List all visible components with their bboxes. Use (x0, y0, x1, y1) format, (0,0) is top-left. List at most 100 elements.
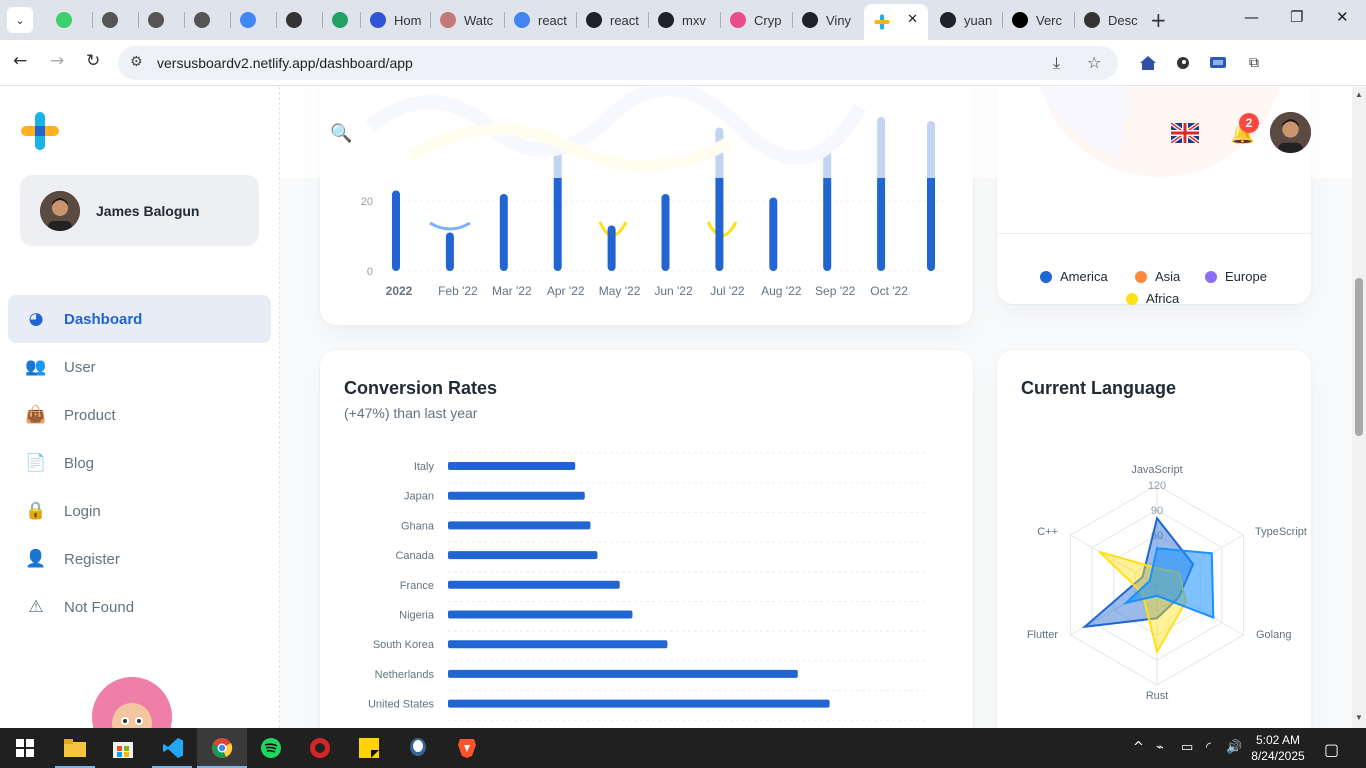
browser-tab[interactable]: yuan (930, 6, 1002, 34)
browser-tab[interactable]: react (504, 6, 576, 34)
file-explorer-icon[interactable] (62, 736, 88, 760)
tab-search-button[interactable]: ⌄ (7, 7, 33, 33)
new-tab-button[interactable]: + (1150, 8, 1167, 32)
chrome-icon[interactable] (209, 736, 235, 760)
browser-tab[interactable]: mxv (648, 6, 720, 34)
browser-tab-strip: ⌄ Hom Watc react react mxv Cryp Viny ✕ yuan Verc D… (0, 0, 1366, 40)
sidebar-item-user[interactable]: 👥 User (8, 343, 271, 391)
show-hidden-icons-icon[interactable]: ^ (1133, 740, 1144, 755)
browser-tab[interactable]: Watc (430, 6, 504, 34)
brave-shield-app-icon[interactable] (307, 736, 333, 760)
browser-tab[interactable]: Verc (1002, 6, 1074, 34)
legend-item-europe[interactable]: Europe (1205, 269, 1267, 284)
minimize-button[interactable]: — (1244, 8, 1259, 26)
sidebar-item-not-found[interactable]: ⚠ Not Found (8, 583, 271, 631)
browser-tab[interactable]: Viny (792, 6, 864, 34)
browser-tab[interactable] (46, 6, 92, 34)
sidebar-item-dashboard[interactable]: ◕ Dashboard (8, 295, 271, 343)
spotify-icon[interactable] (258, 736, 284, 760)
close-window-button[interactable]: ✕ (1336, 8, 1349, 26)
browser-tab[interactable] (184, 6, 230, 34)
legend-item-america[interactable]: America (1040, 269, 1108, 284)
conversion-bar[interactable] (448, 699, 830, 708)
extension-screen-icon[interactable] (1207, 52, 1229, 74)
bar-1[interactable] (445, 232, 454, 272)
user-account-card[interactable]: James Balogun (20, 175, 259, 246)
browser-tab[interactable]: Desc (1074, 6, 1146, 34)
header-avatar[interactable] (1270, 112, 1311, 153)
legend-item-africa[interactable]: Africa (1126, 291, 1179, 306)
scroll-up-icon[interactable]: ▲ (1355, 90, 1363, 99)
sidebar-item-register[interactable]: 👤 Register (8, 535, 271, 583)
browser-tab[interactable] (138, 6, 184, 34)
close-tab-icon[interactable]: ✕ (907, 12, 918, 27)
conversion-bar[interactable] (448, 640, 668, 649)
extension-toggle-icon[interactable] (1172, 52, 1194, 74)
x-tick-label: May '22 (599, 284, 641, 298)
app-logo[interactable] (20, 111, 60, 151)
windows-start-icon[interactable] (12, 736, 38, 760)
browser-tab-label: Cryp (754, 12, 782, 28)
scrollbar-thumb[interactable] (1355, 278, 1363, 436)
url-text[interactable]: versusboardv2.netlify.app/dashboard/app (157, 55, 413, 71)
x-tick-label: Mar '22 (492, 284, 532, 298)
browser-tab[interactable] (92, 6, 138, 34)
radar-axis-label: JavaScript (1131, 464, 1182, 476)
bar-0[interactable] (392, 190, 400, 272)
address-bar[interactable]: ⚙ versusboardv2.netlify.app/dashboard/ap… (118, 46, 1118, 80)
browser-tab[interactable] (230, 6, 276, 34)
page-scrollbar[interactable]: ▲ ▼ (1352, 87, 1366, 728)
notification-center-icon[interactable]: ▢ (1324, 740, 1339, 759)
dribbble-icon (730, 12, 746, 28)
conversion-bar[interactable] (448, 580, 620, 589)
search-icon[interactable]: 🔍 (330, 123, 352, 144)
sidebar-item-product[interactable]: 👜 Product (8, 391, 271, 439)
install-app-icon[interactable]: ⤓ (1053, 53, 1060, 73)
conversion-bar[interactable] (448, 551, 598, 560)
conversion-bar[interactable] (448, 521, 591, 530)
bar-4[interactable] (607, 225, 616, 272)
postgres-icon[interactable] (405, 736, 431, 760)
forward-button[interactable]: → (50, 51, 64, 71)
reload-button[interactable]: ↻ (86, 51, 100, 71)
legend-item-asia[interactable]: Asia (1135, 269, 1180, 284)
conversion-bar[interactable] (448, 491, 585, 500)
browser-tab[interactable]: Cryp (720, 6, 792, 34)
bookmark-star-icon[interactable]: ☆ (1087, 53, 1101, 72)
dashboard-header: 🔍 🔔 2 (280, 87, 1352, 178)
browser-tab[interactable] (276, 6, 322, 34)
maximize-button[interactable]: ❐ (1290, 8, 1303, 26)
sidebar-item-blog[interactable]: 📄 Blog (8, 439, 271, 487)
browser-tab[interactable]: Hom (360, 6, 430, 34)
bar-5[interactable] (661, 194, 670, 271)
uk-flag-icon[interactable] (1169, 121, 1201, 145)
bar-2[interactable] (499, 194, 508, 271)
vscode-icon[interactable] (160, 736, 186, 760)
conversion-bar[interactable] (448, 462, 576, 470)
brave-browser-icon[interactable] (454, 736, 480, 760)
battery-icon[interactable]: ▭ (1181, 740, 1193, 755)
network-disconnected-icon[interactable]: ⌁ (1156, 740, 1164, 755)
microsoft-store-icon[interactable] (110, 736, 136, 760)
browser-tab[interactable]: ✕ (864, 4, 928, 40)
conversion-bar[interactable] (448, 669, 798, 678)
system-clock[interactable]: 5:02 AM 8/24/2025 (1246, 732, 1310, 764)
extension-home-icon[interactable] (1137, 52, 1159, 74)
extensions-puzzle-icon[interactable]: ⧉ (1243, 52, 1265, 74)
volume-icon[interactable]: 🔊 (1226, 740, 1242, 755)
wifi-icon[interactable]: ◜ (1206, 740, 1211, 755)
sticky-notes-icon[interactable] (356, 736, 382, 760)
language-radar-chart: 1209060JavaScriptTypeScriptGolangRustFlu… (1027, 464, 1307, 702)
sidebar-item-login[interactable]: 🔒 Login (8, 487, 271, 535)
back-button[interactable]: ← (13, 51, 27, 71)
browser-tab[interactable]: react (576, 6, 648, 34)
browser-tab[interactable] (322, 6, 360, 34)
scroll-down-icon[interactable]: ▼ (1355, 713, 1363, 722)
y-tick-label: 0 (367, 266, 373, 278)
conversion-bar[interactable] (448, 610, 633, 619)
conversion-bar-chart: Italy Japan Ghana Canada France Nigeria South … (368, 452, 925, 721)
radar-axis-label: Rust (1146, 690, 1169, 702)
bar-7[interactable] (769, 197, 778, 272)
category-label: France (400, 580, 434, 592)
site-info-icon[interactable]: ⚙ (130, 54, 143, 70)
